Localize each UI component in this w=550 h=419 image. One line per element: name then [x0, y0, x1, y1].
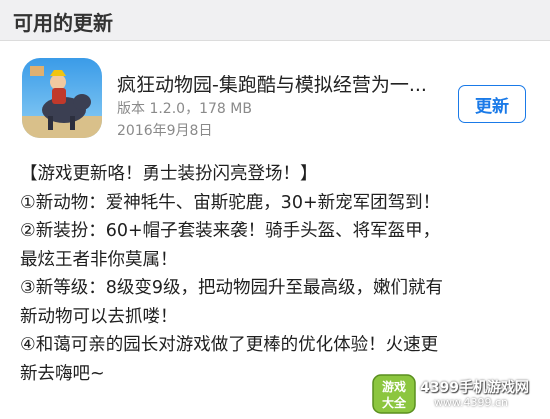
release-note-line: ②新装扮：60+帽子套装来袭！骑手头盔、将军盔甲，: [20, 221, 441, 241]
watermark-logo: 游戏 大全: [372, 374, 416, 414]
app-release-date: 2016年9月8日: [117, 123, 213, 139]
release-note-line: ④和蔼可亲的园长对游戏做了更棒的优化体验！火速更: [20, 335, 439, 355]
watermark-text: 4399手机游戏网: [420, 380, 529, 396]
watermark-badge-top: 游戏: [382, 379, 406, 394]
release-note-line: ③新等级：8级变9级，把动物园升至最高级，嫩们就有: [20, 278, 443, 298]
app-name[interactable]: 疯狂动物园-集跑酷与模拟经营为一...: [117, 70, 427, 97]
watermark-url: www.4399.cn: [434, 396, 508, 409]
release-notes: 【游戏更新咯！勇士装扮闪亮登场！】 ①新动物：爱神牦牛、宙斯驼鹿，30+新宠军团…: [20, 160, 535, 388]
section-header: 可用的更新: [0, 0, 550, 41]
release-note-line: 最炫王者非你莫属！: [20, 249, 178, 270]
release-note-line: 【游戏更新咯！勇士装扮闪亮登场！】: [20, 164, 318, 184]
watermark: 游戏 大全 4399手机游戏网 www.4399.cn: [372, 374, 544, 414]
release-note-line: ①新动物：爱神牦牛、宙斯驼鹿，30+新宠军团驾到！: [20, 192, 441, 213]
section-title: 可用的更新: [13, 11, 113, 35]
app-version-size: 版本 1.2.0，178 MB: [117, 101, 252, 117]
watermark-badge-bottom: 大全: [382, 395, 407, 410]
update-button[interactable]: 更新: [458, 85, 526, 123]
app-icon[interactable]: [22, 58, 102, 138]
release-note-line: 新动物可以去抓喽！: [20, 306, 178, 327]
